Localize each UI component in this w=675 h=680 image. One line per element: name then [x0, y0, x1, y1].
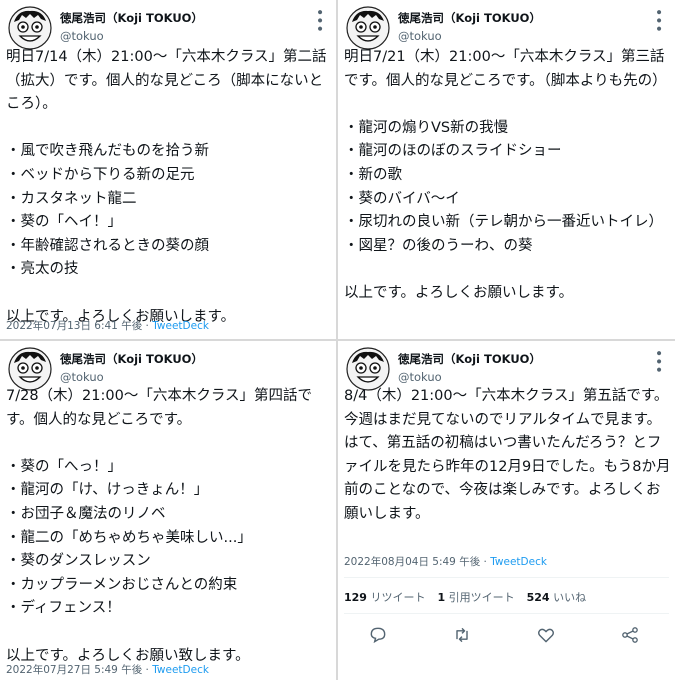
timestamp[interactable]: 2022年08月04日 5:49 午後 — [344, 556, 480, 568]
retweet-label[interactable]: リツイート — [370, 591, 425, 604]
more-options-icon[interactable]: ••• — [311, 8, 327, 33]
actions-divider — [344, 613, 669, 614]
action-bar — [358, 625, 655, 649]
display-name[interactable]: 徳尾浩司（Koji TOKUO） — [398, 10, 541, 26]
tweet-panel-4[interactable]: 徳尾浩司（Koji TOKUO） @tokuo ••• 8/4（木）21:00〜… — [338, 341, 675, 680]
more-options-icon[interactable]: ••• — [650, 8, 666, 33]
avatar-icon[interactable] — [8, 6, 52, 50]
stats-divider — [344, 577, 669, 578]
user-handle[interactable]: @tokuo — [398, 370, 442, 384]
display-name[interactable]: 徳尾浩司（Koji TOKUO） — [398, 351, 541, 367]
engagement-stats: 129 リツイート 1 引用ツイート 524 いいね — [344, 589, 586, 605]
display-name[interactable]: 徳尾浩司（Koji TOKUO） — [60, 10, 203, 26]
more-options-icon[interactable]: ••• — [650, 349, 666, 374]
user-handle[interactable]: @tokuo — [60, 370, 104, 384]
timestamp[interactable]: 2022年07月27日 5:49 午後 — [6, 664, 142, 676]
tweet-meta: 2022年07月27日 5:49 午後 · TweetDeck — [6, 664, 209, 676]
reply-icon[interactable] — [368, 625, 388, 645]
tweet-meta: 2022年08月04日 5:49 午後 · TweetDeck — [344, 556, 547, 568]
like-count[interactable]: 524 — [527, 591, 550, 604]
like-icon[interactable] — [536, 625, 556, 645]
like-label[interactable]: いいね — [553, 591, 586, 604]
source-link[interactable]: TweetDeck — [152, 664, 209, 676]
user-handle[interactable]: @tokuo — [60, 29, 104, 43]
tweet-panel-1[interactable]: 徳尾浩司（Koji TOKUO） @tokuo ••• 明日7/14（木）21:… — [0, 0, 336, 339]
avatar-icon[interactable] — [346, 6, 390, 50]
retweet-icon[interactable] — [452, 625, 472, 645]
tweet-panel-2[interactable]: 徳尾浩司（Koji TOKUO） @tokuo ••• 明日7/21（木）21:… — [338, 0, 675, 339]
source-link[interactable]: TweetDeck — [490, 556, 547, 568]
timestamp[interactable]: 2022年07月13日 6:41 午後 — [6, 320, 142, 332]
user-handle[interactable]: @tokuo — [398, 29, 442, 43]
quote-count[interactable]: 1 — [437, 591, 445, 604]
tweet-text: 明日7/14（木）21:00〜「六本木クラス」第二話（拡大）です。個人的な見どこ… — [6, 49, 327, 325]
source-link[interactable]: TweetDeck — [152, 320, 209, 332]
tweet-meta: 2022年07月13日 6:41 午後 · TweetDeck — [6, 320, 209, 332]
tweet-text: 明日7/21（木）21:00〜「六本木クラス」第三話です。個人的な見どころです。… — [344, 49, 667, 301]
quote-label[interactable]: 引用ツイート — [449, 591, 515, 604]
tweet-text: 8/4（木）21:00〜「六本木クラス」第五話です。今週はまだ見てないのでリアル… — [344, 388, 671, 522]
display-name[interactable]: 徳尾浩司（Koji TOKUO） — [60, 351, 203, 367]
retweet-count[interactable]: 129 — [344, 591, 367, 604]
tweet-text: 7/28（木）21:00〜「六本木クラス」第四話です。個人的な見どころです。 ・… — [6, 388, 313, 664]
share-icon[interactable] — [620, 625, 640, 645]
tweet-panel-3[interactable]: 徳尾浩司（Koji TOKUO） @tokuo 7/28（木）21:00〜「六本… — [0, 341, 336, 680]
